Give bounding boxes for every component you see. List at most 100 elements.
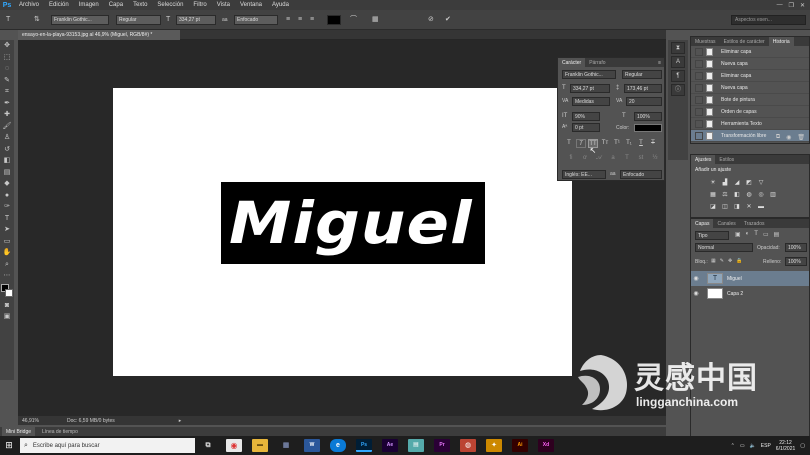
new-document-from-state-icon[interactable]: ⧉ [776,134,780,141]
warp-text-icon[interactable]: ⌒ [350,15,357,25]
shape-tool-icon[interactable]: ▭ [0,236,14,248]
align-right-icon[interactable]: ≡ [310,15,314,25]
path-selection-tool-icon[interactable]: ➤ [0,224,14,236]
history-item[interactable]: Orden de capas [691,106,809,118]
move-tool-icon[interactable]: ✥ [0,40,14,52]
document-info[interactable]: Doc: 6,59 MB/0 bytes [63,418,119,424]
more-tools-icon[interactable]: ⋯ [0,270,14,282]
photoshop-taskbar-icon[interactable]: Ps [356,439,372,452]
align-center-icon[interactable]: ≡ [298,15,302,25]
quick-select-tool-icon[interactable]: ✎ [0,75,14,87]
lock-position-icon[interactable]: ✥ [728,258,732,264]
font-family-select[interactable]: Franklin Gothic... [51,15,109,25]
network-icon[interactable]: ▭ [740,443,745,449]
layer-name[interactable]: Capa 2 [727,291,743,297]
black-white-icon[interactable]: ◧ [733,191,741,199]
font-size-field[interactable]: 334,27 pt [176,15,216,25]
layer-name[interactable]: Miguel [727,276,742,282]
text-tool-icon[interactable]: T [6,15,10,25]
cp-baseline-shift-field[interactable]: 0 pt [572,123,600,132]
input-language[interactable]: ESP [761,443,771,449]
menu-ventana[interactable]: Ventana [235,2,267,8]
premiere-icon[interactable]: Pr [434,439,450,452]
cp-horizontal-scale-field[interactable]: 100% [634,112,662,121]
cp-color-swatch[interactable] [634,124,662,132]
history-brush-source-checkbox[interactable] [695,107,703,116]
brightness-icon[interactable]: ☀ [709,179,717,187]
file-explorer-icon[interactable]: ▬ [252,439,268,452]
history-brush-tool-icon[interactable]: ↺ [0,144,14,156]
brush-tool-icon[interactable]: 🖌 [0,121,14,133]
channel-mixer-icon[interactable]: ◎ [757,191,765,199]
chrome-icon[interactable]: ◉ [226,439,242,452]
menu-imagen[interactable]: Imagen [74,2,104,8]
strikethrough-icon[interactable]: T [648,139,658,148]
filter-adjustment-icon[interactable]: ◐ [746,231,750,238]
close-button[interactable]: ✕ [800,2,805,9]
snapshot-icon[interactable]: ◉ [786,134,791,141]
ordinals-icon[interactable]: st [636,154,646,163]
notes-app-icon[interactable]: ▤ [408,439,424,452]
layer-row-selected[interactable]: ◉ T Miguel [691,271,809,286]
history-brush-source-checkbox[interactable] [695,95,703,104]
tab-paths[interactable]: Trazados [740,219,769,228]
text-layer-box[interactable]: Miguel [221,182,485,264]
notifications-icon[interactable]: ▢ [800,443,805,449]
subscript-icon[interactable]: T₁ [624,139,634,148]
layer-filter-select[interactable]: Tipo [695,231,729,240]
exposure-icon[interactable]: ◩ [745,179,753,187]
filter-shape-icon[interactable]: ▭ [763,231,769,238]
vibrance-icon[interactable]: ▽ [757,179,765,187]
threshold-icon[interactable]: ◨ [733,203,741,211]
type-tool-icon[interactable]: T [0,213,14,225]
task-view-icon[interactable]: ⧉ [200,439,216,452]
hue-saturation-icon[interactable]: ▦ [709,191,717,199]
tab-styles[interactable]: Estilos [715,155,738,164]
old-style-icon[interactable]: ơ [580,154,590,163]
visibility-eye-icon[interactable]: ◉ [691,290,701,297]
underline-icon[interactable]: T [636,139,646,148]
filter-type-icon[interactable]: T [754,231,758,238]
text-layer-content[interactable]: Miguel [229,182,473,264]
history-brush-source-checkbox[interactable] [695,47,703,56]
filter-smart-icon[interactable]: ▤ [774,231,780,238]
gradient-tool-icon[interactable]: ▤ [0,167,14,179]
tab-channels[interactable]: Canales [713,219,739,228]
zoom-tool-icon[interactable]: ⌕ [0,259,14,271]
small-caps-icon[interactable]: Tᴛ [600,139,610,148]
ligatures-icon[interactable]: fi [566,154,576,163]
character-panel-icon[interactable]: A [671,56,685,68]
media-app-icon[interactable]: ◍ [460,439,476,452]
fill-field[interactable]: 100% [785,257,807,266]
history-item[interactable]: Herramienta Texto [691,118,809,130]
superscript-icon[interactable]: T¹ [612,139,622,148]
tab-adjustments[interactable]: Ajustes [691,155,716,164]
blur-tool-icon[interactable]: ◆ [0,178,14,190]
hand-tool-icon[interactable]: ✋ [0,247,14,259]
eraser-tool-icon[interactable]: ◧ [0,155,14,167]
tab-character[interactable]: Carácter [558,58,586,67]
gradient-map-icon[interactable]: ▬ [757,203,765,211]
cp-tracking-select[interactable]: 20 [626,97,662,106]
pen-tool-icon[interactable]: ✑ [0,201,14,213]
menu-edicion[interactable]: Edición [44,2,74,8]
menu-seleccion[interactable]: Selección [152,2,188,8]
history-item[interactable]: Eliminar capa [691,70,809,82]
commit-check-icon[interactable]: ✔ [445,15,451,25]
posterize-icon[interactable]: ◫ [721,203,729,211]
cp-antialias-select[interactable]: Enfocado [620,170,662,179]
store-icon[interactable]: ▦ [278,439,294,452]
history-brush-source-checkbox[interactable] [695,71,703,80]
history-brush-source-checkbox[interactable] [695,83,703,92]
document-tab[interactable]: ensayo-en-la-playa-93153.jpg al 46,9% (M… [18,30,180,40]
history-item[interactable]: Nueva capa [691,58,809,70]
tab-character-styles[interactable]: Estilos de carácter [720,37,769,46]
stylistic-alternates-icon[interactable]: a [608,154,618,163]
titling-icon[interactable]: T [622,154,632,163]
menu-filtro[interactable]: Filtro [188,2,211,8]
filter-pixel-icon[interactable]: ▣ [735,231,741,238]
font-style-select[interactable]: Regular [116,15,161,25]
cancel-icon[interactable]: ⊘ [428,15,434,25]
after-effects-icon[interactable]: Ae [382,439,398,452]
invert-icon[interactable]: ◪ [709,203,717,211]
